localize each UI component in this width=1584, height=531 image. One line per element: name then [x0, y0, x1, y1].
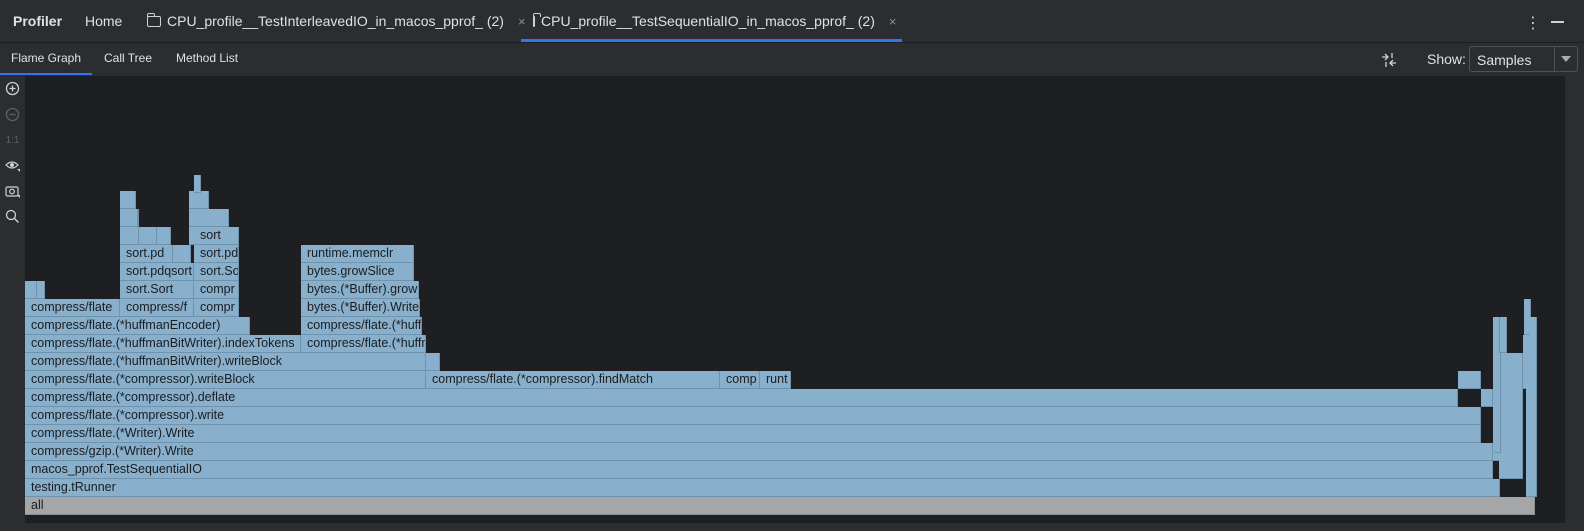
flame-frame[interactable]: compress/flate.(*Writer).Write	[25, 425, 1481, 443]
flame-frame[interactable]	[126, 191, 136, 209]
flame-frame[interactable]	[157, 227, 171, 245]
flame-frame[interactable]: sort.pd	[194, 245, 239, 263]
flame-frame[interactable]: sort.Sort	[120, 281, 194, 299]
flame-frame[interactable]: compress/flate.(*compressor).write	[25, 407, 1481, 425]
flame-frame[interactable]	[25, 281, 37, 299]
zoom-in-icon[interactable]	[4, 81, 21, 98]
flame-frame[interactable]	[1500, 317, 1507, 353]
tab-flame-graph[interactable]: Flame Graph	[0, 43, 92, 75]
flame-frame[interactable]: bytes.growSlice	[301, 263, 414, 281]
flame-frame[interactable]: compress/flate.(*compressor).findMatch	[426, 371, 720, 389]
flame-frame[interactable]: compress/flate.(*huffmanBitWriter).index…	[25, 335, 301, 353]
show-select[interactable]: Samples	[1469, 46, 1578, 72]
flame-frame[interactable]: compress/flate.(*compressor).writeBlock	[25, 371, 426, 389]
flame-frame[interactable]: compr	[194, 281, 239, 299]
zoom-out-icon[interactable]	[4, 107, 21, 124]
eye-icon[interactable]	[4, 158, 21, 175]
show-value: Samples	[1477, 52, 1532, 68]
flame-frame[interactable]: macos_pprof.TestSequentialIO	[25, 461, 1493, 479]
flame-frame[interactable]	[1499, 353, 1523, 479]
flame-frame[interactable]: comp	[720, 371, 760, 389]
flame-frame[interactable]: sort.pd	[120, 245, 173, 263]
tab-label: Home	[85, 13, 123, 29]
flame-frame[interactable]	[1494, 353, 1501, 453]
top-tab-bar: Profiler Home CPU_profile__TestInterleav…	[0, 0, 1584, 43]
flame-frame[interactable]: runtime.memclr	[301, 245, 414, 263]
flame-frame[interactable]	[194, 191, 209, 209]
tab-label: CPU_profile__TestInterleavedIO_in_macos_…	[167, 13, 504, 29]
close-icon[interactable]: ×	[889, 14, 897, 29]
flame-frame[interactable]: compress/flate.(*compressor).deflate	[25, 389, 1458, 407]
minimize-icon[interactable]	[1551, 21, 1564, 23]
flame-frame[interactable]	[426, 353, 440, 371]
flame-frame[interactable]: bytes.(*Buffer).grow	[301, 281, 419, 299]
flame-frame[interactable]	[139, 227, 157, 245]
show-label: Show:	[1427, 51, 1466, 67]
folder-icon	[146, 12, 161, 27]
chevron-down-icon	[1554, 47, 1577, 71]
flame-frame[interactable]	[194, 175, 201, 193]
flame-frame[interactable]	[1458, 371, 1481, 389]
camera-icon[interactable]	[4, 184, 21, 201]
flame-frame[interactable]	[120, 227, 139, 245]
tab-label: CPU_profile__TestSequentialIO_in_macos_p…	[541, 13, 875, 29]
flame-frame[interactable]: sort.Sort	[194, 263, 239, 281]
collapse-icon[interactable]	[1380, 51, 1398, 69]
flame-frame[interactable]	[1481, 389, 1493, 407]
more-options-icon[interactable]: ⋮	[1525, 13, 1541, 33]
search-icon[interactable]	[4, 209, 21, 226]
flame-frame[interactable]	[1530, 317, 1537, 497]
flame-frame[interactable]: runt	[760, 371, 791, 389]
view-tab-bar: Flame Graph Call Tree Method List Show: …	[0, 43, 1584, 75]
flame-frame[interactable]: sort	[194, 227, 239, 245]
flame-frame[interactable]: compr	[194, 299, 239, 317]
tab-home[interactable]: Home	[85, 0, 122, 42]
vertical-scrollbar[interactable]	[1565, 76, 1584, 531]
tab-call-tree[interactable]: Call Tree	[104, 43, 152, 75]
tab-sequential-profile[interactable]: CPU_profile__TestSequentialIO_in_macos_p…	[521, 0, 902, 42]
flame-frame[interactable]	[128, 209, 138, 227]
flame-frame[interactable]: sort.pdqsort	[120, 263, 194, 281]
flame-frame[interactable]: compress/flate.(*huffmanBitWriter).write…	[25, 353, 426, 371]
flame-frame[interactable]	[194, 209, 229, 227]
flame-frame[interactable]: compress/flate.(*huffmanBitWriter)	[301, 317, 422, 335]
flame-frame[interactable]: testing.tRunner	[25, 479, 1500, 497]
flame-frame[interactable]: compress/gzip.(*Writer).Write	[25, 443, 1493, 461]
tab-method-list[interactable]: Method List	[176, 43, 238, 75]
flame-frame-root[interactable]: all	[25, 497, 1535, 515]
tab-interleaved-profile[interactable]: CPU_profile__TestInterleavedIO_in_macos_…	[146, 0, 526, 42]
flame-frame[interactable]: bytes.(*Buffer).Write	[301, 299, 420, 317]
flame-frame[interactable]: compress/f	[120, 299, 194, 317]
folder-icon	[532, 12, 541, 27]
flame-graph-canvas[interactable]: all testing.tRunner macos_pprof.TestSequ…	[25, 76, 1565, 523]
flame-frame[interactable]	[173, 245, 191, 263]
flame-frame[interactable]	[37, 281, 45, 299]
flame-toolbar: 1:1	[0, 76, 25, 531]
app-title: Profiler	[13, 13, 63, 29]
flame-frame[interactable]: compress/flate	[25, 299, 120, 317]
flame-frame[interactable]: compress/flate.(*huffmanBitWriter)	[301, 335, 426, 353]
actual-size-icon[interactable]: 1:1	[4, 132, 21, 149]
flame-frame[interactable]: compress/flate.(*huffmanEncoder)	[25, 317, 250, 335]
